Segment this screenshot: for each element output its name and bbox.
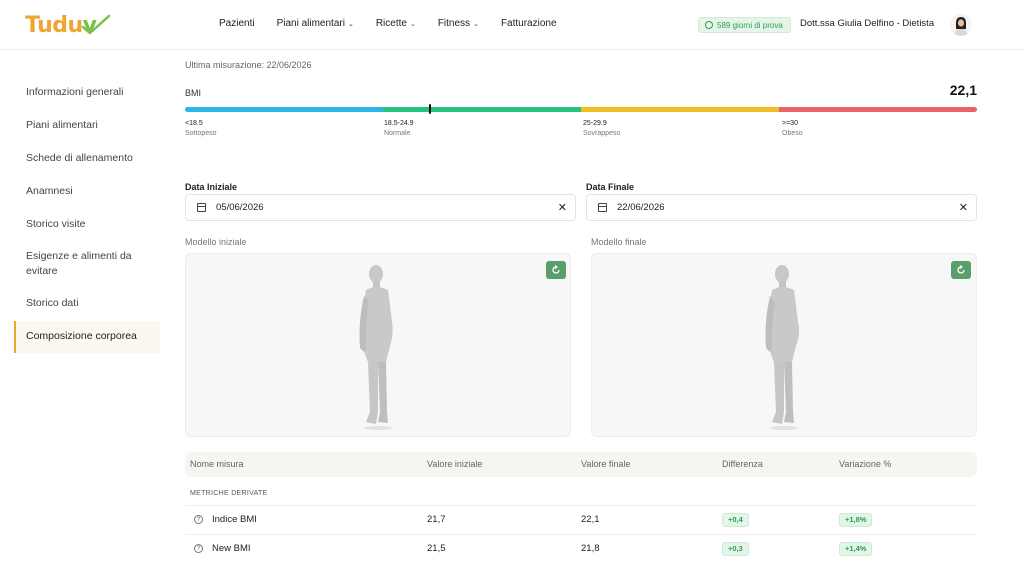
initial-value: 21,7 (427, 514, 446, 525)
column-header[interactable]: Valore iniziale (427, 459, 482, 469)
bmi-segment-obese (779, 107, 977, 112)
refresh-icon (552, 265, 560, 274)
table-row[interactable]: ? Indice BMI 21,7 22,1 +0,4 +1,8% (185, 505, 977, 533)
app-logo[interactable]: Tuduv (25, 12, 111, 38)
initial-model-label: Modello iniziale (185, 237, 247, 247)
measures-table-header: Nome misura Valore iniziale Valore final… (185, 452, 977, 477)
calendar-icon (197, 203, 206, 212)
sidebar-item-schede-allenamento[interactable]: Schede di allenamento (26, 151, 151, 166)
end-date-input[interactable]: 22/06/2026 ✕ (586, 194, 977, 221)
column-header[interactable]: Nome misura (190, 459, 244, 469)
sidebar-item-storico-visite[interactable]: Storico visite (26, 217, 151, 232)
sidebar-item-informazioni-generali[interactable]: Informazioni generali (26, 85, 151, 100)
patient-sidebar: Informazioni generali Piani alimentari S… (0, 50, 165, 563)
clear-end-date-icon[interactable]: ✕ (959, 201, 968, 214)
bmi-segment-normal (383, 107, 581, 112)
bmi-range-label: 25-29.9 (583, 120, 607, 127)
help-icon[interactable]: ? (194, 544, 203, 553)
trial-badge-label: 589 giorni di prova (717, 20, 783, 30)
sidebar-item-piani-alimentari[interactable]: Piani alimentari (26, 118, 151, 133)
help-icon[interactable]: ? (194, 515, 203, 524)
initial-value: 21,5 (427, 543, 446, 554)
bmi-category-label: Normale (384, 130, 411, 137)
variation-badge: +1,4% (839, 542, 873, 556)
bmi-range-label: 18.5-24.9 (384, 120, 414, 127)
refresh-icon (957, 265, 965, 274)
clock-icon (705, 21, 713, 29)
bmi-label: BMI (185, 88, 202, 98)
variation-badge: +1,8% (839, 513, 873, 527)
final-model-label: Modello finale (591, 237, 647, 247)
chevron-down-icon: ⌄ (347, 20, 354, 28)
bmi-scale-bar (185, 107, 977, 112)
bmi-category-label: Sottopeso (185, 130, 217, 137)
column-header[interactable]: Variazione % (839, 459, 891, 469)
end-date-value: 22/06/2026 (617, 202, 665, 213)
user-name[interactable]: Dott.ssa Giulia Delfino - Dietista (800, 18, 934, 29)
body-model-final (765, 265, 800, 430)
final-model-viewer[interactable] (591, 253, 977, 437)
chevron-down-icon: ⌄ (409, 20, 416, 28)
start-date-value: 05/06/2026 (216, 202, 264, 213)
sidebar-item-anamnesi[interactable]: Anamnesi (26, 184, 151, 199)
bmi-segment-underweight (185, 107, 383, 112)
nav-piani-alimentari[interactable]: Piani alimentari ⌄ (277, 18, 354, 29)
nav-fitness[interactable]: Fitness ⌄ (438, 18, 479, 29)
bmi-category-label: Obeso (782, 130, 803, 137)
reset-final-model-button[interactable] (951, 261, 971, 279)
avatar[interactable] (950, 14, 972, 36)
body-model-initial (359, 265, 393, 430)
bmi-range-label: >=30 (782, 120, 798, 127)
final-value: 21,8 (581, 543, 600, 554)
sidebar-item-storico-dati[interactable]: Storico dati (26, 296, 151, 311)
table-row[interactable]: ? New BMI 21,5 21,8 +0,3 +1,4% (185, 534, 977, 562)
last-measurement: Ultima misurazione: 22/06/2026 (185, 60, 312, 70)
user-avatar-icon (950, 14, 972, 36)
end-date-label: Data Finale (586, 182, 635, 192)
column-header[interactable]: Differenza (722, 459, 763, 469)
initial-model-viewer[interactable] (185, 253, 571, 437)
bmi-category-label: Sovrappeso (583, 130, 621, 137)
start-date-input[interactable]: 05/06/2026 ✕ (185, 194, 576, 221)
nav-fatturazione[interactable]: Fatturazione (501, 18, 557, 29)
sidebar-item-esigenze-alimenti[interactable]: Esigenze e alimenti da evitare (26, 249, 151, 279)
start-date-label: Data Iniziale (185, 182, 238, 192)
trial-badge[interactable]: 589 giorni di prova (698, 17, 791, 33)
bmi-range-label: <18.5 (185, 120, 203, 127)
bmi-segment-overweight (581, 107, 779, 112)
difference-badge: +0,3 (722, 542, 749, 556)
logo-check-icon (81, 14, 111, 35)
chevron-down-icon: ⌄ (473, 20, 479, 28)
measure-name: New BMI (212, 543, 251, 554)
bmi-marker (429, 104, 431, 114)
bmi-value: 22,1 (949, 82, 977, 98)
logo-text: Tudu (25, 12, 83, 38)
difference-badge: +0,4 (722, 513, 749, 527)
sidebar-item-composizione-corporea[interactable]: Composizione corporea (14, 321, 160, 353)
main-nav: Pazienti Piani alimentari ⌄ Ricette ⌄ Fitn… (219, 18, 557, 29)
column-header[interactable]: Valore finale (581, 459, 630, 469)
clear-start-date-icon[interactable]: ✕ (558, 201, 567, 214)
top-header: Tuduv Pazienti Piani alimentari ⌄ Ricette… (0, 0, 1024, 50)
nav-ricette[interactable]: Ricette ⌄ (376, 18, 416, 29)
table-section-title: METRICHE DERIVATE (190, 490, 268, 497)
nav-pazienti[interactable]: Pazienti (219, 18, 255, 29)
measure-name: Indice BMI (212, 514, 257, 525)
calendar-icon (598, 203, 607, 212)
final-value: 22,1 (581, 514, 600, 525)
reset-initial-model-button[interactable] (546, 261, 566, 279)
